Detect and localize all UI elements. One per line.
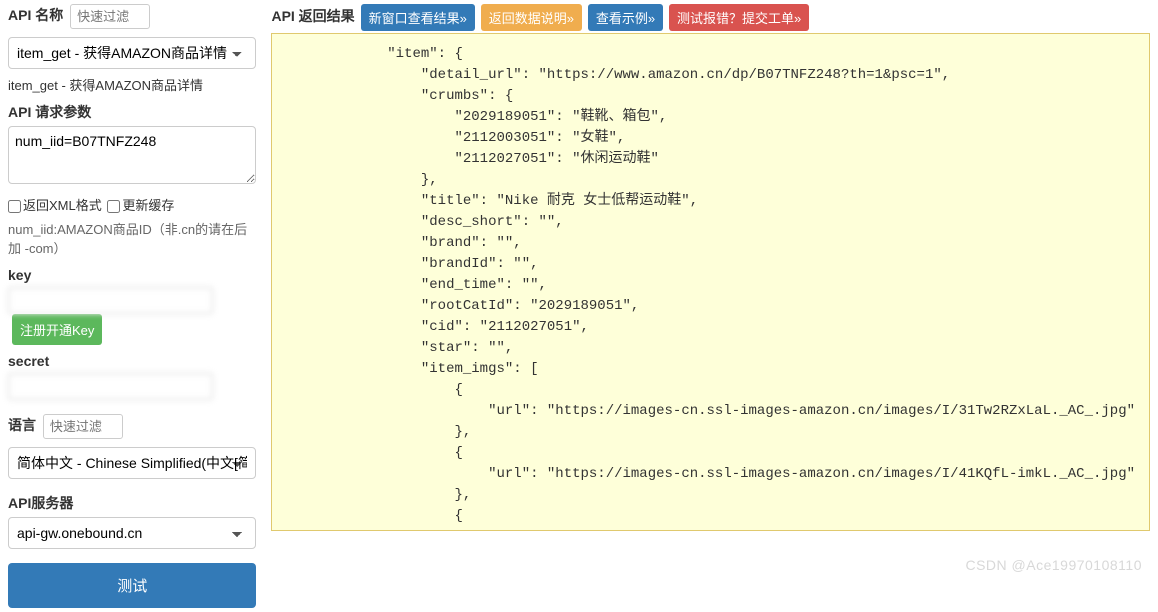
api-name-label: API 名称	[8, 5, 63, 25]
result-label: API 返回结果	[271, 6, 354, 26]
test-button[interactable]: 测试	[8, 563, 256, 608]
report-button[interactable]: 测试报错？提交工单»	[669, 4, 809, 31]
example-button[interactable]: 查看示例»	[588, 4, 663, 31]
req-params-textarea[interactable]	[8, 126, 256, 184]
param-hint: num_iid:AMAZON商品ID（非.cn的请在后加 -com）	[8, 219, 256, 257]
register-key-button[interactable]: 注册开通Key	[12, 314, 102, 345]
result-code[interactable]: "item": { "detail_url": "https://www.ama…	[271, 33, 1150, 531]
secret-label: secret	[8, 353, 49, 369]
secret-input[interactable]	[8, 373, 213, 400]
key-label: key	[8, 267, 31, 283]
api-name-select[interactable]: item_get - 获得AMAZON商品详情	[8, 37, 256, 69]
lang-label: 语言	[8, 415, 36, 435]
xml-checkbox[interactable]	[8, 200, 21, 213]
form-panel: API 名称 item_get - 获得AMAZON商品详情 item_get …	[8, 4, 271, 608]
lang-filter-input[interactable]	[43, 414, 123, 439]
server-label: API服务器	[8, 493, 73, 513]
refresh-checkbox-label[interactable]: 更新缓存	[107, 198, 174, 213]
key-input[interactable]	[8, 287, 213, 314]
data-desc-button[interactable]: 返回数据说明»	[481, 4, 582, 31]
xml-checkbox-label[interactable]: 返回XML格式	[8, 198, 102, 213]
req-params-label: API 请求参数	[8, 102, 91, 122]
result-panel: API 返回结果 新窗口查看结果» 返回数据说明» 查看示例» 测试报错？提交工…	[271, 4, 1150, 608]
api-select-hint: item_get - 获得AMAZON商品详情	[8, 75, 256, 94]
api-name-filter-input[interactable]	[70, 4, 150, 29]
refresh-checkbox[interactable]	[107, 200, 120, 213]
server-select[interactable]: api-gw.onebound.cn	[8, 517, 256, 549]
lang-select[interactable]: 简体中文 - Chinese Simplified(中文[简体])#zh-CN	[8, 447, 256, 479]
new-window-button[interactable]: 新窗口查看结果»	[361, 4, 475, 31]
